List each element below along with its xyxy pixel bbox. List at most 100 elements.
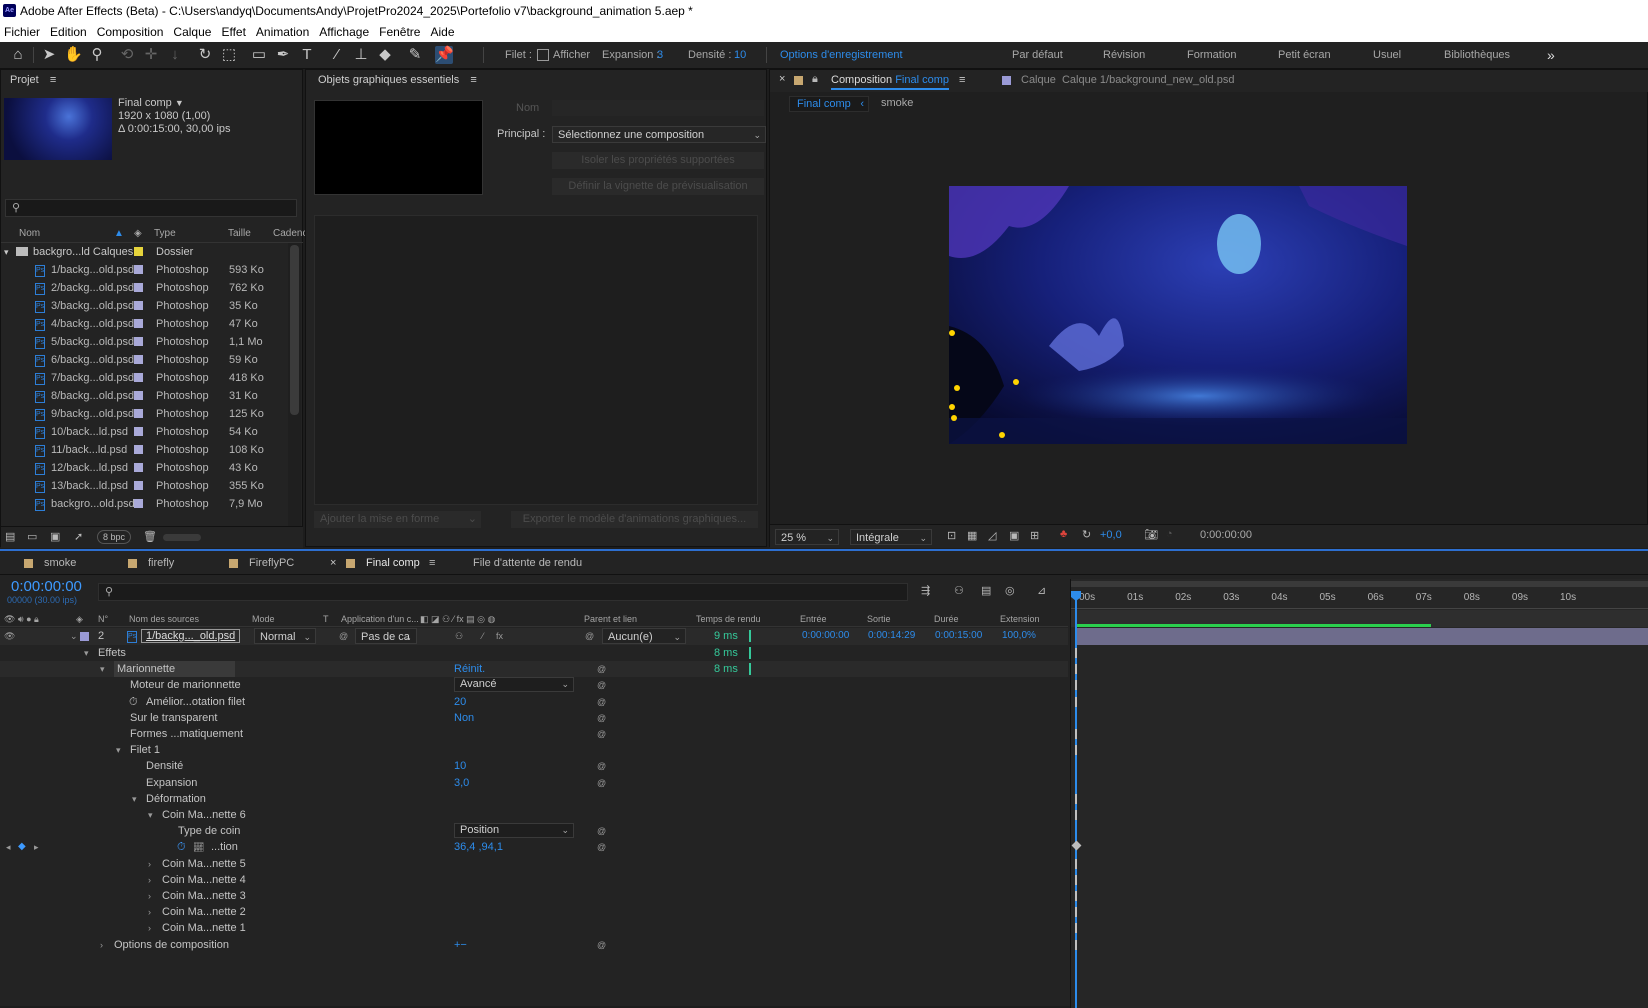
property-row[interactable]: Formes ...matiquement @ [0, 726, 1068, 742]
guides-icon[interactable]: ▣ [1009, 529, 1019, 542]
expand-arrow-icon[interactable]: › [100, 937, 103, 953]
label-swatch[interactable] [134, 409, 143, 418]
expand-arrow-icon[interactable]: ▾ [132, 791, 137, 807]
afficher-checkbox[interactable] [537, 49, 549, 61]
render-queue-icon[interactable]: ➚ [74, 530, 83, 543]
project-file-row[interactable]: Ps 10/back...ld.psd Photoshop 54 Ko [1, 423, 287, 441]
property-row[interactable]: Densité 10 @ [0, 758, 1068, 774]
puppet-pin-handle[interactable] [949, 330, 955, 336]
expression-pickwhip-icon[interactable]: @ [597, 758, 606, 774]
region-of-interest-icon[interactable]: ⊡ [947, 529, 956, 542]
stopwatch-icon[interactable]: ⏱ [129, 694, 138, 710]
property-start-marker[interactable] [1075, 793, 1077, 804]
project-scrollbar[interactable] [288, 243, 301, 543]
tab-final-comp[interactable]: Final comp [366, 557, 420, 569]
col-stretch[interactable]: Extension [1000, 611, 1040, 627]
property-start-marker[interactable] [1075, 923, 1077, 934]
property-row[interactable]: › Coin Ma...nette 1 [0, 920, 1068, 936]
expand-arrow-icon[interactable]: › [148, 888, 151, 904]
property-dropdown[interactable]: Avancé ⌄ [454, 677, 574, 693]
eraser-tool-icon[interactable]: ◆ [376, 46, 394, 64]
motion-blur-icon[interactable]: ◎ [1005, 584, 1015, 597]
nom-input[interactable] [552, 100, 764, 116]
puppet-pin-handle[interactable] [949, 404, 955, 410]
col-number[interactable]: N° [98, 611, 108, 627]
hand-tool-icon[interactable]: ✋ [64, 46, 83, 64]
densite-value[interactable]: 10 [734, 42, 746, 69]
property-row[interactable]: ▾ Déformation [0, 791, 1068, 807]
principal-dropdown[interactable]: Sélectionnez une composition ⌄ [552, 126, 766, 143]
chevron-down-icon[interactable]: ▼ [175, 98, 184, 108]
property-row[interactable]: › Options de composition +− @ [0, 937, 1068, 953]
col-size[interactable]: Taille [228, 225, 251, 243]
property-start-marker[interactable] [1075, 664, 1077, 675]
layer-in-point[interactable]: 0:00:00:00 [802, 628, 849, 644]
col-name[interactable]: Nom [19, 225, 40, 243]
property-row[interactable]: ◂ ◆ ▸ ⏱ 📈︎ ...tion 36,4 ,94,1 @ [0, 839, 1068, 855]
property-value[interactable]: +− [454, 937, 467, 953]
layer-stretch[interactable]: 100,0% [1002, 628, 1036, 644]
composition-viewer[interactable] [949, 186, 1407, 444]
home-icon[interactable]: ⌂ [9, 46, 27, 64]
label-swatch[interactable] [134, 373, 143, 382]
workspace-revision[interactable]: Révision [1103, 42, 1145, 69]
folder-row[interactable]: ▾ backgro...ld Calques Dossier [1, 243, 287, 261]
property-row[interactable]: ▾ Filet 1 [0, 742, 1068, 758]
prev-keyframe-icon[interactable]: ◂ [6, 839, 11, 855]
project-file-row[interactable]: Ps 12/back...ld.psd Photoshop 43 Ko [1, 459, 287, 477]
shy-switch-icon[interactable]: ⚇ [455, 628, 463, 644]
project-file-row[interactable]: Ps 2/backg...old.psd Photoshop 762 Ko [1, 279, 287, 297]
new-comp-icon[interactable]: ▣ [50, 530, 60, 543]
label-swatch[interactable] [134, 337, 143, 346]
label-swatch[interactable] [134, 319, 143, 328]
col-rate[interactable]: Cadenc [273, 225, 307, 243]
resolution-dropdown[interactable]: Intégrale ⌄ [850, 529, 932, 545]
menu-fichier[interactable]: Fichier [0, 22, 44, 42]
expression-pickwhip-icon[interactable]: @ [597, 937, 606, 953]
frame-blending-icon[interactable]: ▤ [981, 584, 991, 597]
breadcrumb-final-comp[interactable]: Final comp ‹ [789, 96, 869, 112]
tab-smoke[interactable]: smoke [44, 557, 76, 569]
property-row[interactable]: Expansion 3,0 @ [0, 775, 1068, 791]
label-swatch[interactable] [134, 265, 143, 274]
label-swatch[interactable] [134, 463, 143, 472]
expand-arrow-icon[interactable]: › [148, 872, 151, 888]
expression-pickwhip-icon[interactable]: @ [597, 694, 606, 710]
show-snapshot-icon[interactable]: ◔ [1166, 528, 1173, 540]
rotate-tool-icon[interactable]: ↻ [196, 46, 214, 64]
stopwatch-icon[interactable]: ⏱ [177, 839, 186, 855]
property-start-marker[interactable] [1075, 680, 1077, 691]
layer-duration[interactable]: 0:00:15:00 [935, 628, 982, 644]
current-time-display[interactable]: 0:00:00:00 [1200, 529, 1252, 541]
expand-arrow-icon[interactable]: ▾ [116, 742, 121, 758]
col-type[interactable]: Type [154, 225, 176, 243]
layer-duration-bar[interactable] [1076, 628, 1648, 645]
exporter-button[interactable]: Exporter le modèle d'animations graphiqu… [511, 511, 758, 528]
grid-options-icon[interactable]: ⊞ [1030, 529, 1039, 542]
selection-tool-icon[interactable]: ➤ [40, 46, 58, 64]
expression-pickwhip-icon[interactable]: @ [597, 823, 606, 839]
close-icon[interactable]: × [779, 73, 785, 85]
expression-pickwhip-icon[interactable]: @ [597, 726, 606, 742]
menu-edition[interactable]: Edition [46, 22, 91, 42]
menu-animation[interactable]: Animation [252, 22, 313, 42]
label-swatch[interactable] [134, 499, 143, 508]
layer-name[interactable]: 1/backg..._old.psd [141, 629, 241, 643]
property-row[interactable]: › Coin Ma...nette 5 [0, 856, 1068, 872]
graph-editor-icon[interactable]: ⊿ [1037, 584, 1046, 597]
col-track-matte[interactable]: Application d'un c... [341, 611, 419, 627]
tab-fireflypc[interactable]: FireflyPC [249, 557, 294, 569]
color-channels-icon[interactable]: ♣ [1060, 528, 1067, 540]
project-file-row[interactable]: Ps 7/backg...old.psd Photoshop 418 Ko [1, 369, 287, 387]
project-file-row[interactable]: Ps 13/back...ld.psd Photoshop 355 Ko [1, 477, 287, 495]
project-file-row[interactable]: Ps 1/backg...old.psd Photoshop 593 Ko [1, 261, 287, 279]
options-enregistrement-link[interactable]: Options d'enregistrement [780, 42, 903, 69]
workspace-bibliotheques[interactable]: Bibliothèques [1444, 42, 1510, 69]
clone-stamp-icon[interactable]: ⊥ [352, 46, 370, 64]
workspace-usuel[interactable]: Usuel [1373, 42, 1401, 69]
property-row[interactable]: Type de coin Position ⌄ @ [0, 823, 1068, 839]
panel-menu-icon[interactable]: ≡ [959, 74, 965, 86]
property-start-marker[interactable] [1075, 858, 1077, 869]
exposure-value[interactable]: +0,0 [1100, 529, 1122, 541]
label-swatch[interactable] [134, 427, 143, 436]
